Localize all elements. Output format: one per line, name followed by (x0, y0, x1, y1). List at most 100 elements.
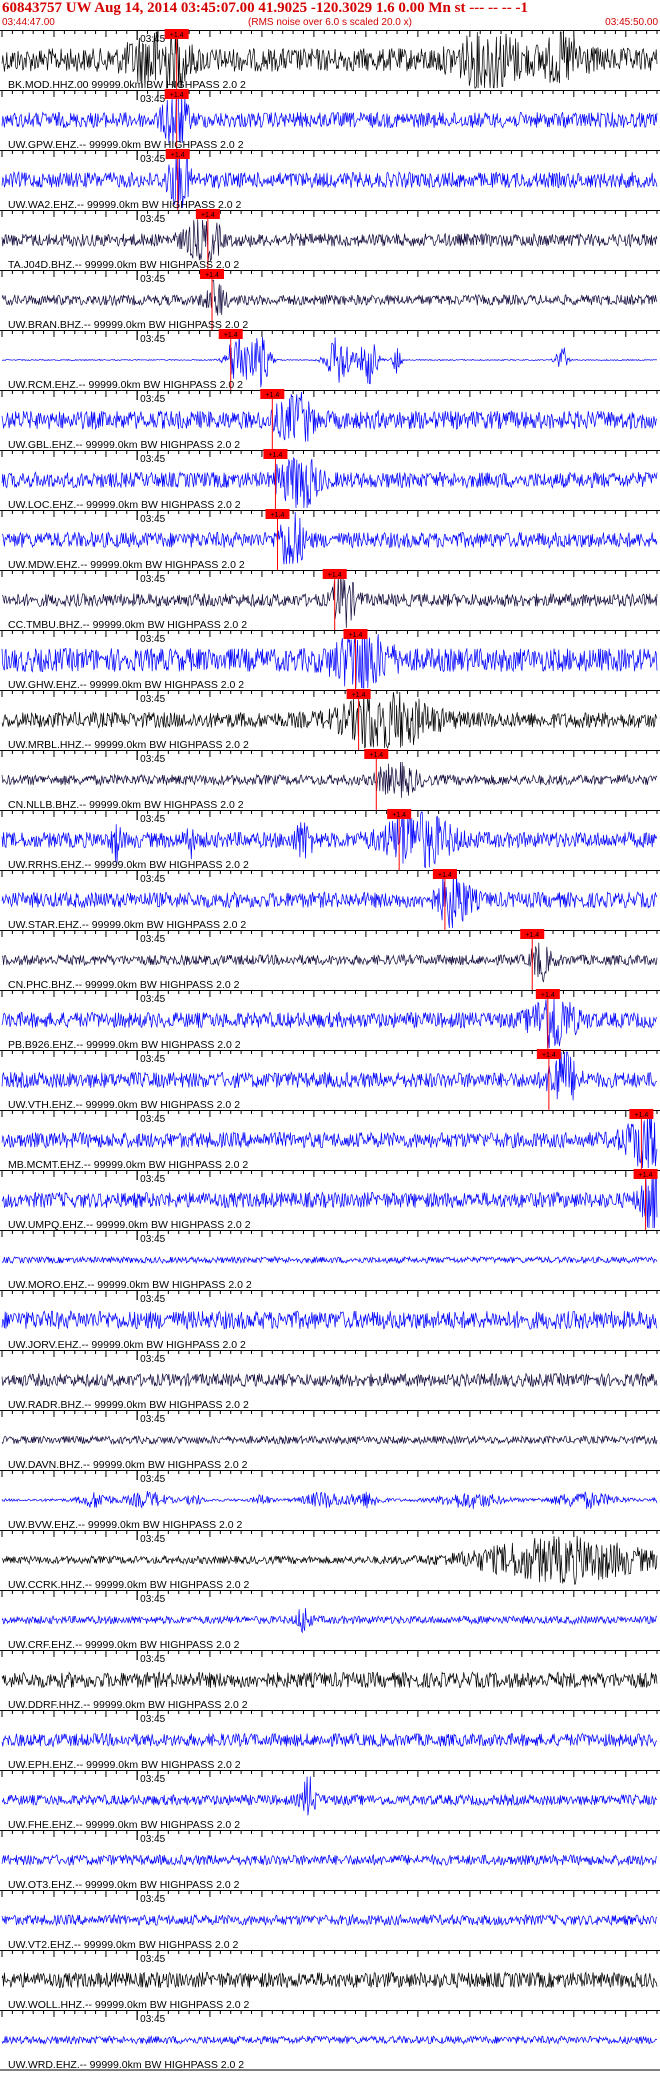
minute-tick-label: 03:45 (140, 634, 165, 645)
seismogram-plot: 03:45 +1.4 BK.MOD.HHZ.00 99999.0km BW HIGH… (0, 29, 660, 2071)
pick-label: +1.4 (525, 932, 539, 939)
trace-row: 03:45 +1.4 CN.NLLB.BHZ.-- 99999.0km BW HIG… (0, 749, 660, 811)
station-label: UW.WRD.EHZ.-- 99999.0km BW HIGHPASS 2.0 … (8, 2059, 244, 2071)
minute-tick-label: 03:45 (140, 1114, 165, 1125)
trace-row: 03:45 +1.4 UW.STAR.EHZ.-- 99999.0km BW HIG… (0, 869, 660, 931)
station-label: UW.GHW.EHZ.-- 99999.0km BW HIGHPASS 2.0 … (8, 679, 244, 691)
trace-row: 03:45+1.4UW.MORO.EHZ.-- 99999.0km BW HIG… (0, 1230, 660, 1291)
waveform (1, 1372, 658, 1388)
minute-tick-label: 03:45 (140, 1234, 165, 1245)
station-label: UW.GBL.EHZ.-- 99999.0km BW HIGHPASS 2.0 … (8, 439, 240, 451)
pick-label: +1.4 (271, 512, 285, 519)
pick-label: +1.4 (328, 572, 342, 579)
pick-label: +1.4 (352, 692, 366, 699)
waveform (1, 1535, 658, 1585)
station-label: UW.BVW.EHZ.-- 99999.0km BW HIGHPASS 2.0 … (8, 1519, 243, 1531)
waveform (1, 91, 658, 145)
trace-row: 03:45 +1.4 MB.MCMT.EHZ.-- 99999.0km BW HIG… (0, 1109, 660, 1171)
trace-row: 03:45 +1.4UW.WA2.EHZ.-- 99999.0km BW HIGH… (0, 149, 660, 211)
minute-tick-label: 03:45 (140, 2014, 165, 2025)
minute-tick-label: 03:45 (140, 994, 165, 1005)
trace-row: 03:45 +1.4 UW.MDW.EHZ.-- 99999.0km BW HIGH… (0, 509, 660, 571)
minute-tick-label: 03:45 (140, 934, 165, 945)
station-label: UW.FHE.EHZ.-- 99999.0km BW HIGHPASS 2.0 … (8, 1819, 240, 1831)
minute-tick-label: 03:45 (140, 1174, 165, 1185)
pick-label: +1.4 (369, 752, 383, 759)
pick-label: +1.4 (349, 632, 363, 639)
trace-row: 03:45 +1.4 PB.B926.EHZ.-- 99999.0km BW HIG… (0, 989, 660, 1051)
pick-label: +1.4 (224, 332, 238, 339)
waveform (1, 219, 658, 263)
station-label: UW.DDRF.HHZ.-- 99999.0km BW HIGHPASS 2.0… (8, 1699, 248, 1711)
trace-row: 03:45 UW.WRD.EHZ.-- 99999.0km BW HIGHPASS… (0, 2010, 660, 2071)
station-label: UW.JORV.EHZ.-- 99999.0km BW HIGHPASS 2.0… (8, 1339, 246, 1351)
station-label: UW.RADR.BHZ.-- 99999.0km BW HIGHPASS 2.0… (8, 1399, 249, 1411)
waveform (1, 279, 658, 316)
station-label: UW.WOLL.HHZ.-- 99999.0km BW HIGHPASS 2.0… (8, 1999, 250, 2011)
pick-label: +1.4 (392, 812, 406, 819)
minute-tick-label: 03:45 (140, 1414, 165, 1425)
pick-label: +1.4 (171, 152, 185, 159)
minute-tick-label: 03:45 (140, 1054, 165, 1065)
waveform (1, 1913, 658, 1927)
station-label: UW.STAR.EHZ.-- 99999.0km BW HIGHPASS 2.0… (8, 919, 246, 931)
trace-row: 03:45 +1.4TA.J04D.BHZ.-- 99999.0km BW HIG… (0, 209, 660, 271)
station-label: UW.RCM.EHZ.-- 99999.0km BW HIGHPASS 2.0 … (8, 379, 243, 391)
trace-row: 03:45 UW.BVW.EHZ.-- 99999.0km BW HIGHPASS… (0, 1470, 660, 1531)
station-label: UW.EPH.EHZ.-- 99999.0km BW HIGHPASS 2.0 … (8, 1759, 241, 1771)
minute-tick-label: 03:45 (140, 1714, 165, 1725)
waveform (1, 1051, 658, 1101)
waveform (1, 1608, 658, 1634)
minute-tick-label: 03:45 (140, 574, 165, 585)
pick-label: +1.4 (542, 1052, 556, 1059)
minute-tick-label: 03:45 (140, 514, 165, 525)
station-label: PB.B926.EHZ.-- 99999.0km BW HIGHPASS 2.0… (8, 1039, 241, 1051)
minute-tick-label: 03:45 (140, 1654, 165, 1665)
minute-tick-label: 03:45 (140, 814, 165, 825)
waveform (1, 1732, 658, 1748)
minute-tick-label: 03:45 (140, 94, 165, 105)
station-label: UW.LOC.EHZ.-- 99999.0km BW HIGHPASS 2.0 … (8, 499, 241, 511)
pick-label: +1.4 (205, 272, 219, 279)
minute-tick-label: 03:45 (140, 1774, 165, 1785)
waveform (1, 1853, 658, 1867)
station-label: MB.MCMT.EHZ.-- 99999.0km BW HIGHPASS 2.0… (8, 1159, 248, 1171)
minute-tick-label: 03:45 (140, 34, 165, 45)
trace-row: 03:45 +1.4 UW.GBL.EHZ.-- 99999.0km BW HIGH… (0, 389, 660, 451)
waveform (1, 1255, 658, 1265)
waveform (1, 942, 658, 983)
waveform (1, 1490, 658, 1509)
station-label: UW.OT3.EHZ.-- 99999.0km BW HIGHPASS 2.0 … (8, 1879, 240, 1891)
minute-tick-label: 03:45 (140, 1894, 165, 1905)
waveform (1, 1434, 658, 1446)
minute-tick-label: 03:45 (140, 334, 165, 345)
pick-label: +1.4 (201, 212, 215, 219)
trace-row: 03:45 UW.VT2.EHZ.-- 99999.0km BW HIGHPASS… (0, 1890, 660, 1951)
station-label: UW.CCRK.HHZ.-- 99999.0km BW HIGHPASS 2.0… (8, 1579, 250, 1591)
trace-row: 03:45+1.4UW.DAVN.BHZ.-- 99999.0km BW HIG… (0, 1410, 660, 1471)
station-label: UW.GPW.EHZ.-- 99999.0km BW HIGHPASS 2.0 … (8, 139, 244, 151)
station-label: BK.MOD.HHZ.00 99999.0km BW HIGHPASS 2.0 … (8, 79, 246, 91)
pick-label: +1.4 (541, 992, 555, 999)
trace-row: 03:45 UW.CCRK.HHZ.-- 99999.0km BW HIGHPAS… (0, 1530, 660, 1591)
minute-tick-label: 03:45 (140, 1294, 165, 1305)
waveform (1, 511, 658, 565)
trace-row: 03:45 +1.4 UW.VTH.EHZ.-- 99999.0km BW HIGH… (0, 1049, 660, 1111)
pick-label: +1.4 (438, 872, 452, 879)
minute-tick-label: 03:45 (140, 1474, 165, 1485)
pick-label: +1.4 (265, 392, 279, 399)
station-label: UW.VT2.EHZ.-- 99999.0km BW HIGHPASS 2.0 … (8, 1939, 238, 1951)
minute-tick-label: 03:45 (140, 154, 165, 165)
station-label: UW.CRF.EHZ.-- 99999.0km BW HIGHPASS 2.0 … (8, 1639, 240, 1651)
waveform (1, 1671, 658, 1689)
station-label: UW.MRBL.HHZ.-- 99999.0km BW HIGHPASS 2.0… (8, 739, 249, 751)
station-label: UW.DAVN.BHZ.-- 99999.0km BW HIGHPASS 2.0… (8, 1459, 248, 1471)
trace-row: 03:45+1.4UW.RADR.BHZ.-- 99999.0km BW HIG… (0, 1350, 660, 1411)
minute-tick-label: 03:45 (140, 1954, 165, 1965)
minute-tick-label: 03:45 (140, 1594, 165, 1605)
pick-label: +1.4 (634, 1112, 648, 1119)
trace-row: 03:45 UW.DDRF.HHZ.-- 99999.0km BW HIGHPAS… (0, 1650, 660, 1711)
trace-row: 03:45 +1.4 UW.BRAN.BHZ.-- 99999.0km BW HIG… (0, 269, 660, 331)
trace-row: 03:45 +1.4 BK.MOD.HHZ.00 99999.0km BW HIGH… (0, 29, 660, 91)
trace-row: 03:45 +1.4 UW.LOC.EHZ.-- 99999.0km BW HIGH… (0, 449, 660, 511)
